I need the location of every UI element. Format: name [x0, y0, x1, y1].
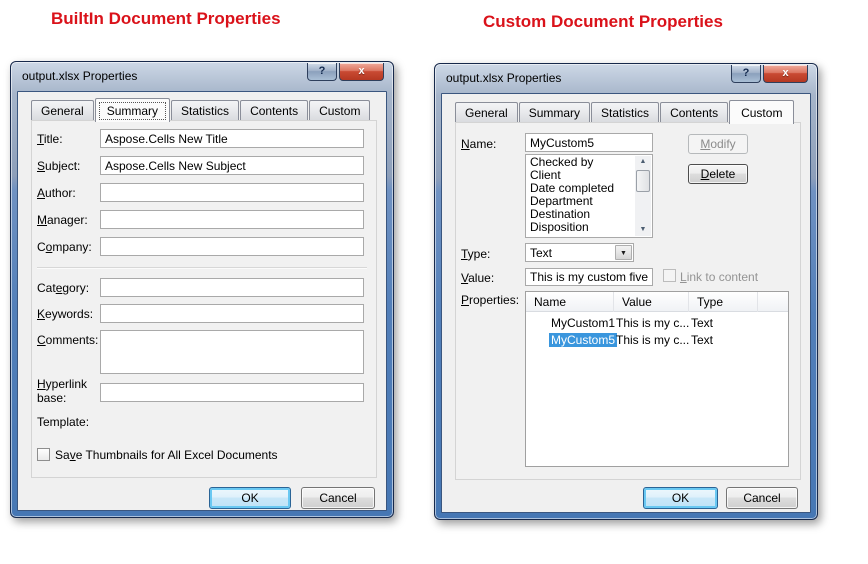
save-thumbnails-label: Save Thumbnails for All Excel Documents — [55, 448, 278, 462]
tab-general[interactable]: General — [455, 102, 518, 123]
author-label: Author: — [37, 186, 76, 200]
ok-button[interactable]: OK — [643, 487, 718, 509]
tab-contents[interactable]: Contents — [660, 102, 728, 123]
caption-buttons: ? x — [307, 63, 384, 81]
author-input[interactable] — [100, 183, 364, 202]
help-icon: ? — [743, 67, 750, 79]
tab-summary[interactable]: Summary — [519, 102, 590, 123]
titlebar[interactable]: output.xlsx Properties ? x — [11, 62, 393, 91]
manager-label: Manager: — [37, 213, 88, 227]
tab-strip: General Summary Statistics Contents Cust… — [455, 101, 795, 123]
manager-input[interactable] — [100, 210, 364, 229]
table-row[interactable]: MyCustom1 This is my c... Text — [526, 314, 788, 331]
category-input[interactable] — [100, 278, 364, 297]
tab-statistics[interactable]: Statistics — [591, 102, 659, 123]
help-button[interactable]: ? — [731, 65, 761, 83]
help-button[interactable]: ? — [307, 63, 337, 81]
value-label: Value: — [461, 271, 494, 285]
keywords-label: Keywords: — [37, 307, 93, 321]
tab-summary[interactable]: Summary — [95, 98, 170, 122]
scroll-down-icon[interactable]: ▼ — [635, 224, 651, 236]
type-combobox[interactable]: Text ▼ — [525, 243, 634, 262]
company-input[interactable] — [100, 237, 364, 256]
properties-label: Properties: — [461, 293, 519, 307]
close-icon: x — [782, 67, 788, 79]
subject-input[interactable] — [100, 156, 364, 175]
ok-button[interactable]: OK — [209, 487, 291, 509]
dialog-title: output.xlsx Properties — [446, 71, 561, 85]
dialog-body: General Summary Statistics Contents Cust… — [441, 93, 811, 513]
company-label: Company: — [37, 240, 92, 254]
row-name: MyCustom5 — [549, 333, 617, 347]
page: BuiltIn Document Properties Custom Docum… — [0, 0, 868, 564]
scrollbar-thumb[interactable] — [636, 170, 650, 192]
properties-table: Name Value Type MyCustom1 This is my c..… — [525, 291, 789, 467]
delete-button[interactable]: Delete — [688, 164, 748, 184]
summary-tab-panel: Title: Subject: Author: Manager: Company… — [31, 120, 377, 478]
table-row-selected[interactable]: MyCustom5 This is my c... Text — [526, 331, 788, 348]
subject-label: Subject: — [37, 159, 80, 173]
dialog-body: General Summary Statistics Contents Cust… — [17, 91, 387, 511]
link-to-content-label: Link to content — [680, 270, 758, 284]
row-value: This is my c... — [614, 333, 689, 347]
row-type: Text — [689, 333, 758, 347]
cancel-button[interactable]: Cancel — [301, 487, 375, 509]
hyperlink-base-label: Hyperlink base: — [37, 377, 97, 405]
caption-buttons: ? x — [731, 65, 808, 83]
close-button[interactable]: x — [763, 65, 808, 83]
column-header-filler — [758, 292, 788, 312]
scroll-up-icon[interactable]: ▲ — [635, 156, 651, 168]
type-selected-value: Text — [530, 246, 552, 260]
custom-properties-dialog: output.xlsx Properties ? x General Summa… — [434, 63, 818, 520]
builtin-heading: BuiltIn Document Properties — [51, 9, 281, 29]
row-type: Text — [689, 316, 758, 330]
dropdown-arrow-icon[interactable]: ▼ — [615, 245, 632, 260]
name-list-items: Checked by Client Date completed Departm… — [528, 156, 635, 236]
custom-heading: Custom Document Properties — [483, 12, 723, 32]
tab-custom[interactable]: Custom — [729, 100, 794, 124]
column-header-value[interactable]: Value — [614, 292, 689, 312]
title-input[interactable] — [100, 129, 364, 148]
column-header-type[interactable]: Type — [689, 292, 758, 312]
column-header-name[interactable]: Name — [526, 292, 614, 312]
titlebar[interactable]: output.xlsx Properties ? x — [435, 64, 817, 93]
close-icon: x — [358, 65, 364, 77]
type-label: Type: — [461, 247, 490, 261]
list-item[interactable]: Disposition — [528, 221, 635, 234]
help-icon: ? — [319, 65, 326, 77]
tab-contents[interactable]: Contents — [240, 100, 308, 121]
dialog-title: output.xlsx Properties — [22, 69, 137, 83]
template-label: Template: — [37, 415, 89, 429]
row-value: This is my c... — [614, 316, 689, 330]
cancel-button[interactable]: Cancel — [726, 487, 798, 509]
comments-label: Comments: — [37, 333, 98, 347]
custom-tab-panel: Name: Checked by Client Date completed D… — [455, 122, 801, 480]
close-button[interactable]: x — [339, 63, 384, 81]
name-label: Name: — [461, 137, 496, 151]
tab-strip: General Summary Statistics Contents Cust… — [31, 99, 371, 121]
builtin-properties-dialog: output.xlsx Properties ? x General Summa… — [10, 61, 394, 518]
comments-textarea[interactable] — [100, 330, 364, 374]
name-listbox: Checked by Client Date completed Departm… — [525, 154, 653, 238]
link-to-content-checkbox[interactable] — [663, 269, 676, 282]
modify-button[interactable]: Modify — [688, 134, 748, 154]
title-label: Title: — [37, 132, 63, 146]
category-label: Category: — [37, 281, 89, 295]
vertical-scrollbar[interactable]: ▲ ▼ — [635, 156, 651, 236]
tab-general[interactable]: General — [31, 100, 94, 121]
separator — [37, 267, 367, 269]
table-header: Name Value Type — [526, 292, 788, 312]
hyperlink-base-input[interactable] — [100, 383, 364, 402]
value-input[interactable] — [525, 268, 653, 286]
row-name: MyCustom1 — [551, 316, 615, 330]
keywords-input[interactable] — [100, 304, 364, 323]
tab-custom[interactable]: Custom — [309, 100, 370, 121]
save-thumbnails-checkbox[interactable] — [37, 448, 50, 461]
tab-statistics[interactable]: Statistics — [171, 100, 239, 121]
table-rows: MyCustom1 This is my c... Text MyCustom5… — [526, 314, 788, 348]
name-input[interactable] — [525, 133, 653, 152]
